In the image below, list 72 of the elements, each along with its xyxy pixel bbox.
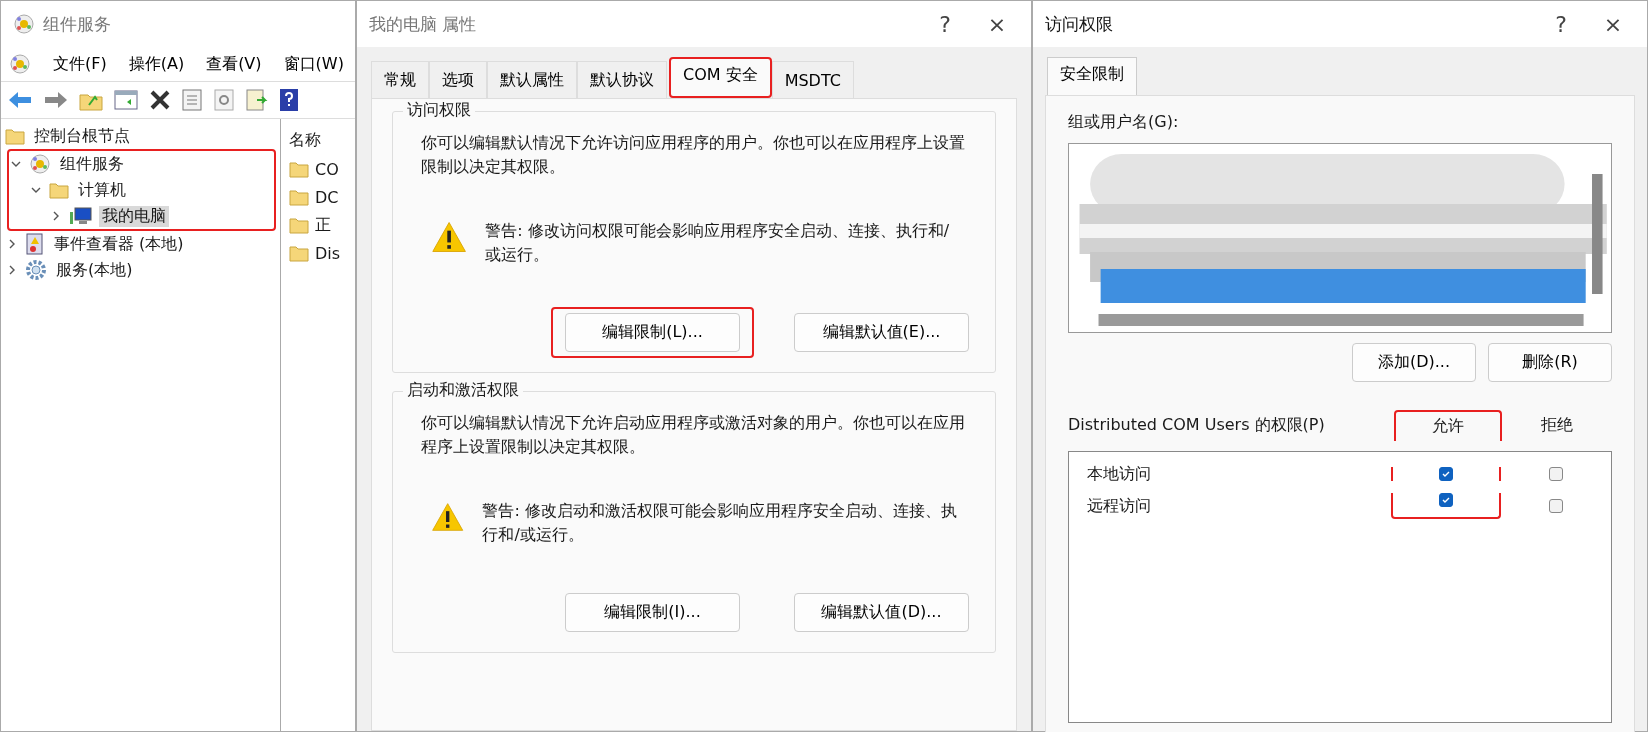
dialog-button[interactable]: 编辑限制(I)... — [565, 593, 740, 632]
group-title: 启动和激活权限 — [403, 380, 523, 401]
tab[interactable]: COM 安全 — [669, 57, 772, 98]
delete-icon[interactable] — [149, 89, 171, 111]
permission-name: 远程访问 — [1086, 495, 1152, 517]
window-title: 组件服务 — [43, 12, 111, 36]
warning-text: 警告: 修改访问权限可能会影响应用程序安全启动、连接、执行和/或运行。 — [485, 220, 951, 266]
menu-item[interactable]: 查看(V) — [206, 53, 262, 75]
folder-icon — [5, 127, 25, 145]
folder-icon — [289, 188, 309, 206]
help-button[interactable]: ? — [1539, 11, 1583, 37]
export-list-icon[interactable] — [245, 88, 269, 112]
component-icon — [13, 13, 35, 35]
refresh-icon[interactable] — [213, 88, 235, 112]
checkbox[interactable] — [1439, 467, 1453, 481]
help-button[interactable]: ? — [923, 11, 967, 37]
warning-icon — [431, 219, 468, 255]
menu-item[interactable]: 文件(F) — [53, 53, 107, 75]
permission-name: 本地访问 — [1086, 463, 1152, 485]
check-icon — [1441, 495, 1451, 505]
dialog-button[interactable]: 编辑默认值(E)... — [794, 313, 969, 352]
component-icon — [29, 153, 51, 175]
folder-icon — [289, 216, 309, 234]
folder-icon — [49, 181, 69, 199]
menu-item[interactable]: 操作(A) — [128, 53, 185, 75]
column-header: 拒绝 — [1540, 414, 1574, 436]
folder-icon — [289, 160, 309, 178]
tab[interactable]: 安全限制 — [1047, 57, 1137, 95]
dialog-title: 我的电脑 属性 — [369, 12, 477, 36]
gear-icon — [25, 259, 47, 281]
list-item[interactable]: CO — [315, 159, 339, 179]
close-button[interactable]: × — [1591, 11, 1635, 37]
tab[interactable]: 默认属性 — [487, 61, 577, 98]
component-icon — [9, 53, 31, 75]
forward-arrow-icon[interactable] — [43, 90, 69, 110]
list-item[interactable]: 正 — [315, 214, 331, 236]
menu-item[interactable]: 窗口(W) — [283, 53, 344, 75]
dialog-button[interactable]: 添加(D)... — [1352, 343, 1476, 382]
tree-item[interactable]: 组件服务 — [57, 153, 127, 175]
tree-item[interactable]: 我的电脑 — [99, 205, 169, 227]
description-text: 你可以编辑默认情况下允许启动应用程序或激活对象的用户。你也可以在应用程序上设置限制以决定其权限。 — [420, 412, 966, 458]
check-icon — [1441, 469, 1451, 479]
dialog-button[interactable]: 编辑默认值(D)... — [794, 593, 969, 632]
event-log-icon — [25, 233, 45, 255]
tree-item[interactable]: 控制台根节点 — [31, 125, 133, 147]
checkbox[interactable] — [1549, 499, 1563, 513]
column-header: 允许 — [1394, 410, 1502, 441]
list-item[interactable]: Dis — [315, 243, 341, 263]
tab[interactable]: 常规 — [371, 61, 429, 98]
dialog-button[interactable]: 删除(R) — [1488, 343, 1612, 382]
dialog-button[interactable]: 编辑限制(L)... — [565, 313, 740, 352]
close-button[interactable]: × — [975, 11, 1019, 37]
tab[interactable]: 默认协议 — [577, 61, 667, 98]
tab[interactable]: 选项 — [429, 61, 487, 98]
group-title: 访问权限 — [403, 100, 475, 121]
folder-icon — [289, 244, 309, 262]
tree-item[interactable]: 计算机 — [75, 179, 129, 201]
tab[interactable]: MSDTC — [771, 61, 854, 98]
column-header[interactable]: 名称 — [289, 129, 321, 151]
dialog-title: 访问权限 — [1045, 12, 1113, 36]
checkbox[interactable] — [1439, 493, 1453, 507]
checkbox[interactable] — [1549, 467, 1563, 481]
description-text: 你可以编辑默认情况下允许访问应用程序的用户。你也可以在应用程序上设置限制以决定其权限。 — [420, 132, 966, 178]
field-label: 组或用户名(G): — [1068, 112, 1180, 133]
tree-item[interactable]: 服务(本地) — [53, 259, 136, 281]
computer-icon — [69, 206, 93, 226]
help-icon[interactable] — [279, 88, 299, 112]
permissions-label: Distributed COM Users 的权限(P) — [1068, 415, 1326, 436]
list-item[interactable]: DC — [315, 187, 339, 207]
back-arrow-icon[interactable] — [7, 90, 33, 110]
warning-text: 警告: 修改启动和激活权限可能会影响应用程序安全启动、连接、执行和/或运行。 — [482, 500, 958, 546]
tree-item[interactable]: 事件查看器 (本地) — [51, 233, 187, 255]
